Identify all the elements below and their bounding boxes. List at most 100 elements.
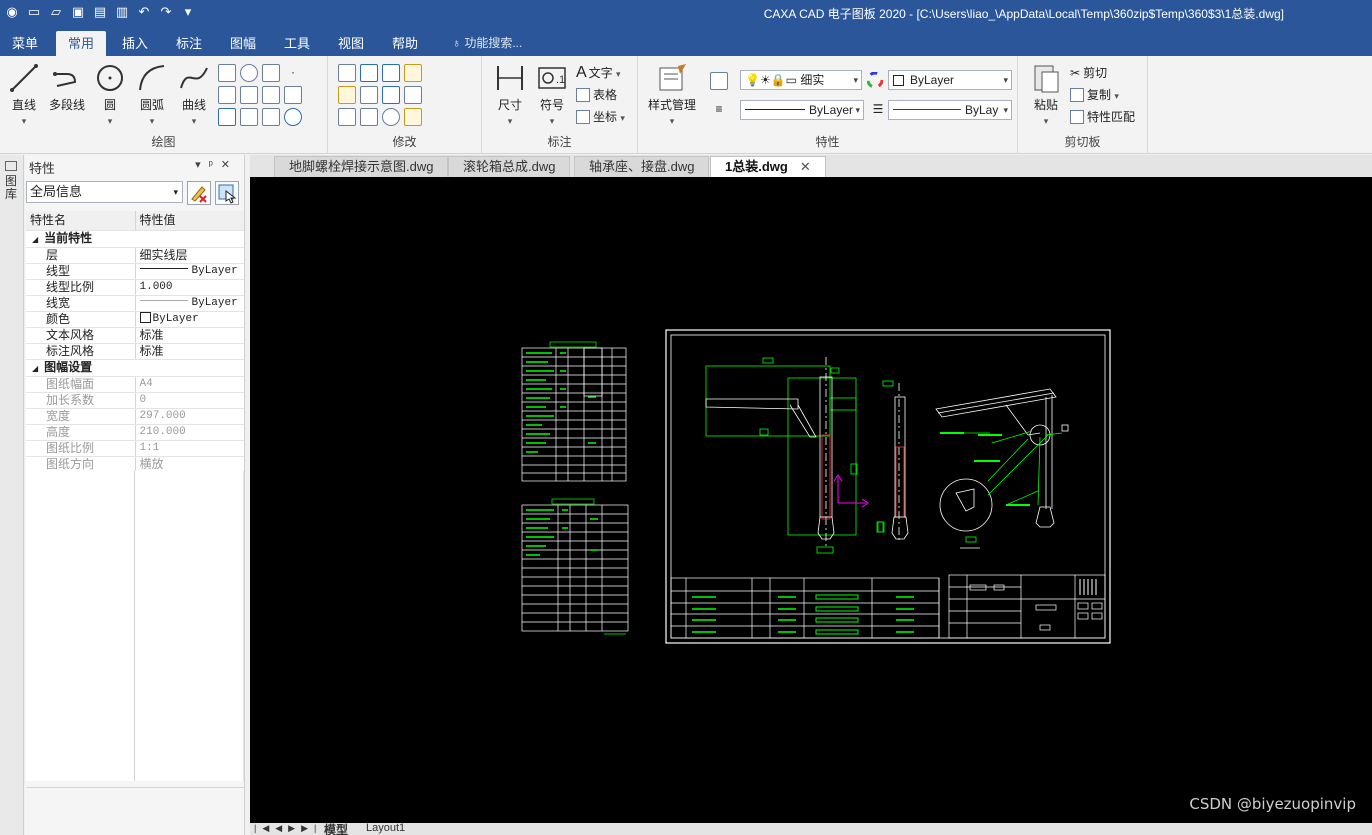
prop-value[interactable]: ByLayer	[135, 263, 244, 280]
close-icon[interactable]: ✕	[800, 159, 811, 174]
trim-icon[interactable]	[360, 64, 378, 82]
doc-tab-active[interactable]: 1总装.dwg ✕	[710, 156, 826, 177]
layer-manager-icon[interactable]	[710, 72, 728, 90]
style-manager-button[interactable]: 样式管理 ▾	[644, 62, 700, 127]
prop-row[interactable]: 标注风格 标准	[26, 343, 244, 360]
prop-value[interactable]: 细实线层	[135, 247, 244, 264]
move-icon[interactable]	[338, 64, 356, 82]
save-icon[interactable]: ▣	[70, 4, 86, 20]
app-icon[interactable]: ◉	[4, 4, 20, 20]
table-icon	[576, 88, 590, 102]
hatch-icon[interactable]	[262, 86, 280, 104]
arc-button[interactable]: 圆弧 ▾	[132, 62, 172, 127]
rotate-icon[interactable]	[382, 108, 400, 126]
rectangle-icon[interactable]	[218, 64, 236, 82]
panel-menu-icon[interactable]: ▾	[195, 159, 209, 171]
centerline-icon[interactable]	[218, 108, 236, 126]
polyline-button[interactable]: 多段线	[46, 62, 88, 113]
tab-menu[interactable]: 菜单	[0, 31, 50, 56]
drawing-canvas[interactable]: CSDN @biyezuopinvip	[250, 177, 1372, 823]
array-icon[interactable]	[382, 64, 400, 82]
curve-button[interactable]: 曲线 ▾	[174, 62, 214, 127]
redo-icon[interactable]: ↷	[158, 4, 174, 20]
prop-value[interactable]: ByLayer	[135, 311, 244, 328]
gear-shape-icon[interactable]	[262, 108, 280, 126]
coordinate-button[interactable]: 坐标 ▾	[576, 108, 625, 125]
prop-row[interactable]: 文本风格 标准	[26, 327, 244, 344]
chamfer-icon[interactable]	[262, 64, 280, 82]
circle-button[interactable]: 圆 ▾	[90, 62, 130, 127]
cut-button[interactable]: ✂ 剪切	[1070, 64, 1107, 81]
quick-select-button[interactable]	[187, 181, 211, 205]
sphere-icon[interactable]	[284, 108, 302, 126]
new-file-icon[interactable]: ▭	[26, 4, 42, 20]
ellipse-icon[interactable]	[240, 64, 258, 82]
copy-object-icon[interactable]	[338, 86, 356, 104]
library-tab[interactable]: 图库	[5, 175, 19, 201]
close-icon[interactable]: ✕	[221, 159, 238, 171]
tab-tools[interactable]: 工具	[272, 31, 322, 56]
prop-row[interactable]: 线型 ByLayer	[26, 263, 244, 280]
model-tab[interactable]: 模型	[324, 821, 348, 835]
line-button[interactable]: 直线 ▾	[4, 62, 44, 127]
scope-select[interactable]: 全局信息 ▾	[26, 181, 183, 203]
color-combo[interactable]: ByLayer ▾	[888, 70, 1012, 90]
prop-row[interactable]: 层细实线层	[26, 247, 244, 264]
text-button[interactable]: A 文字 ▾	[576, 64, 621, 82]
tab-view[interactable]: 视图	[326, 31, 376, 56]
edit-icon[interactable]	[404, 108, 422, 126]
function-search[interactable]: ♁ 功能搜索...	[452, 34, 522, 51]
prop-value[interactable]: 1.000	[135, 279, 244, 296]
offset-icon[interactable]	[338, 108, 356, 126]
layout-nav-arrows[interactable]: |◀◀▶▶|	[254, 823, 322, 834]
tab-help[interactable]: 帮助	[380, 31, 430, 56]
doc-tab[interactable]: 轴承座、接盘.dwg	[574, 156, 710, 177]
copy-button[interactable]: 复制 ▾	[1070, 86, 1119, 103]
fill-icon[interactable]	[284, 86, 302, 104]
doc-tab[interactable]: 地脚螺栓焊接示意图.dwg	[274, 156, 449, 177]
prop-value[interactable]: ByLayer	[135, 295, 244, 312]
prop-row[interactable]: 线型比例 1.000	[26, 279, 244, 296]
section-sheet[interactable]: ◢ 图幅设置	[26, 359, 244, 377]
cad-drawing[interactable]	[250, 177, 1372, 823]
save-as-icon[interactable]: ▤	[92, 4, 108, 20]
lineweight-icon[interactable]: ☰	[869, 102, 887, 120]
prop-row[interactable]: 线宽 ByLayer	[26, 295, 244, 312]
block-icon[interactable]	[240, 108, 258, 126]
layer-combo[interactable]: 💡☀🔒▭ 细实 ▾	[740, 70, 862, 90]
pin-icon[interactable]: ᵖ	[209, 159, 221, 171]
mirror-icon[interactable]	[360, 86, 378, 104]
symbol-button[interactable]: .1 符号 ▾	[532, 62, 572, 127]
scale-icon[interactable]	[382, 86, 400, 104]
customize-qa-icon[interactable]: ▾	[180, 4, 196, 20]
layout-tab[interactable]: Layout1	[366, 822, 405, 834]
tab-annotate[interactable]: 标注	[164, 31, 214, 56]
eraser-icon[interactable]	[404, 64, 422, 82]
color-wheel-icon[interactable]	[867, 72, 883, 88]
linetype-combo[interactable]: ByLayer ▾	[740, 100, 864, 120]
prop-value[interactable]: 标准	[135, 327, 244, 344]
select-objects-button[interactable]	[215, 181, 239, 205]
paste-button[interactable]: 粘贴 ▾	[1026, 62, 1066, 127]
linetype-icon[interactable]: ≡	[710, 102, 728, 120]
explode-icon[interactable]	[404, 86, 422, 104]
library-icon[interactable]	[5, 161, 17, 171]
undo-icon[interactable]: ↶	[136, 4, 152, 20]
table-button[interactable]: 表格	[576, 86, 617, 103]
doc-tab[interactable]: 滚轮箱总成.dwg	[448, 156, 571, 177]
parallel-line-icon[interactable]	[218, 86, 236, 104]
polygon-icon[interactable]	[240, 86, 258, 104]
stretch-icon[interactable]	[360, 108, 378, 126]
open-folder-icon[interactable]: ▱	[48, 4, 64, 20]
prop-row[interactable]: 颜色 ByLayer	[26, 311, 244, 328]
point-icon[interactable]: ·	[284, 64, 302, 82]
tab-sheet[interactable]: 图幅	[218, 31, 268, 56]
print-icon[interactable]: ▥	[114, 4, 130, 20]
dimension-button[interactable]: 尺寸 ▾	[490, 62, 530, 127]
tab-insert[interactable]: 插入	[110, 31, 160, 56]
section-current[interactable]: ◢ 当前特性	[26, 230, 244, 248]
prop-value[interactable]: 标准	[135, 343, 244, 360]
tab-common[interactable]: 常用	[56, 31, 107, 56]
lineweight-combo[interactable]: ByLay ▾	[888, 100, 1012, 120]
match-properties-button[interactable]: 特性匹配	[1070, 108, 1135, 125]
